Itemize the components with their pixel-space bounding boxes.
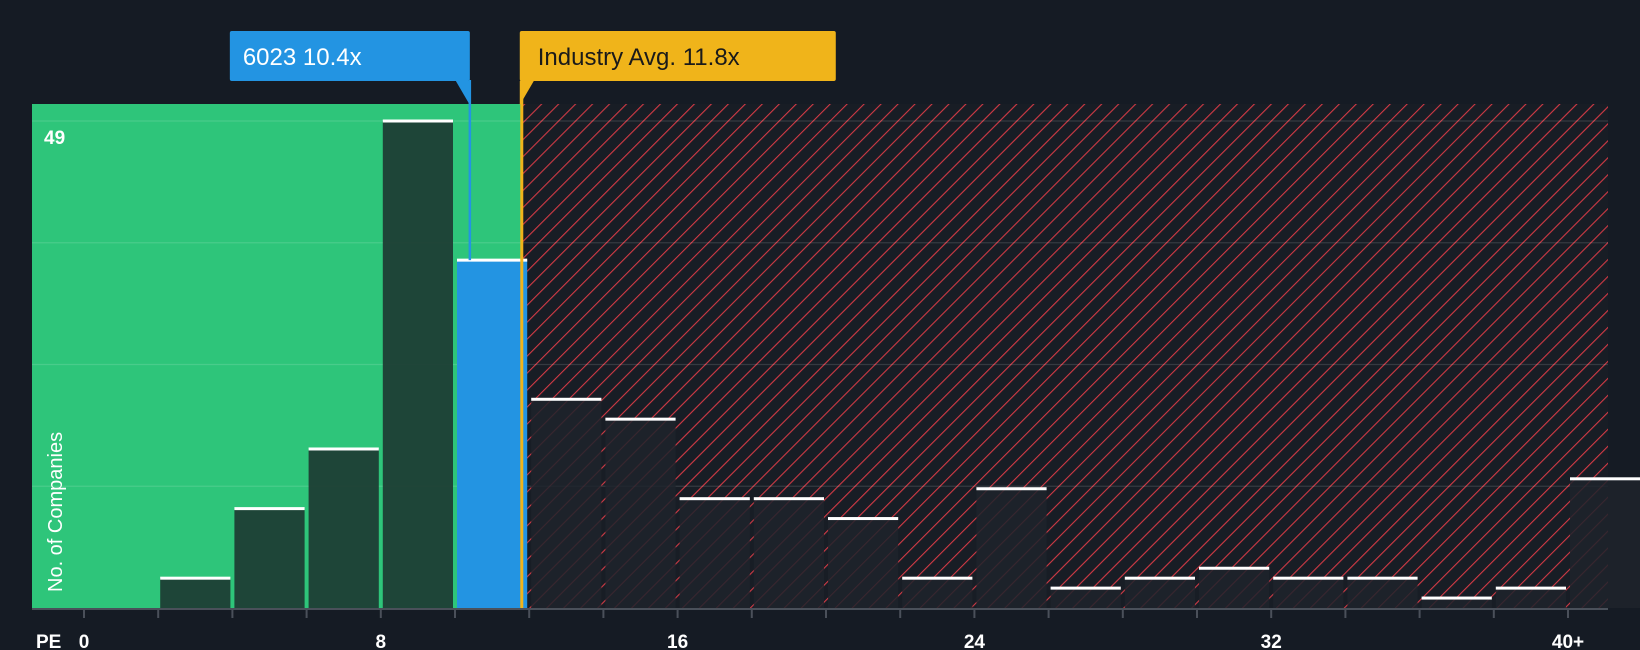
pe-distribution-chart: 6023 10.4x Industry Avg. 11.8x 0 8 16 24 32 40… [32,31,1640,650]
histogram-bar-7 [679,498,750,608]
histogram-bar-19 [1570,478,1640,608]
company-callout-label: 6023 10.4x [243,44,362,71]
histogram-bar-16 [1347,578,1418,608]
histogram-bar-5 [531,399,602,608]
histogram-bar-cap-5 [531,397,602,401]
x-tick-label-3: 24 [964,632,986,650]
histogram-bar-cap-12 [1050,586,1121,590]
histogram-bar-0 [160,578,231,608]
x-tick-label-1: 8 [376,632,387,650]
histogram-bar-cap-19 [1570,477,1640,481]
histogram-bar-cap-6 [605,417,676,421]
histogram-bar-cap-17 [1421,596,1492,600]
company-callout-pointer [455,81,470,105]
y-axis-label: No. of Companies [45,432,67,592]
histogram-bar-cap-16 [1347,576,1418,580]
histogram-bar-14 [1199,568,1270,608]
histogram-bar-15 [1273,578,1344,608]
histogram-bar-2 [308,448,379,608]
histogram-bar-cap-18 [1495,586,1566,590]
histogram-bar-cap-3 [382,119,453,123]
histogram-bar-6 [605,419,676,608]
x-axis-label: PE [36,632,61,650]
histogram-bar-10 [902,578,973,608]
x-tick-label-0: 0 [79,632,90,650]
histogram-bar-11 [976,488,1047,608]
x-tick-label-2: 16 [667,632,688,650]
histogram-bar-9 [828,518,899,608]
histogram-bar-cap-9 [828,517,899,521]
histogram-bar-cap-2 [308,447,379,451]
x-tick-label-5: 40+ [1552,632,1584,650]
histogram-bar-cap-0 [160,576,231,580]
histogram-bar-cap-10 [902,576,973,580]
histogram-bar-1 [234,508,305,608]
histogram-bar-cap-4 [457,258,528,262]
histogram-bar-4 [457,260,528,608]
histogram-bar-cap-14 [1199,566,1270,570]
histogram-bar-cap-11 [976,487,1047,491]
histogram-bar-3 [382,121,453,608]
histogram-bar-12 [1050,588,1121,608]
histogram-bar-8 [753,498,824,608]
histogram-bar-cap-8 [753,497,824,501]
histogram-bar-cap-15 [1273,576,1344,580]
x-tick-label-4: 32 [1261,632,1282,650]
industry-callout-pointer [519,81,534,105]
histogram-bar-13 [1124,578,1195,608]
histogram-bar-cap-7 [679,497,750,501]
histogram-bar-18 [1495,588,1566,608]
industry-callout-label: Industry Avg. 11.8x [538,44,740,71]
histogram-bar-cap-13 [1124,576,1195,580]
histogram-bar-cap-1 [234,507,305,511]
y-max-label: 49 [44,128,65,149]
